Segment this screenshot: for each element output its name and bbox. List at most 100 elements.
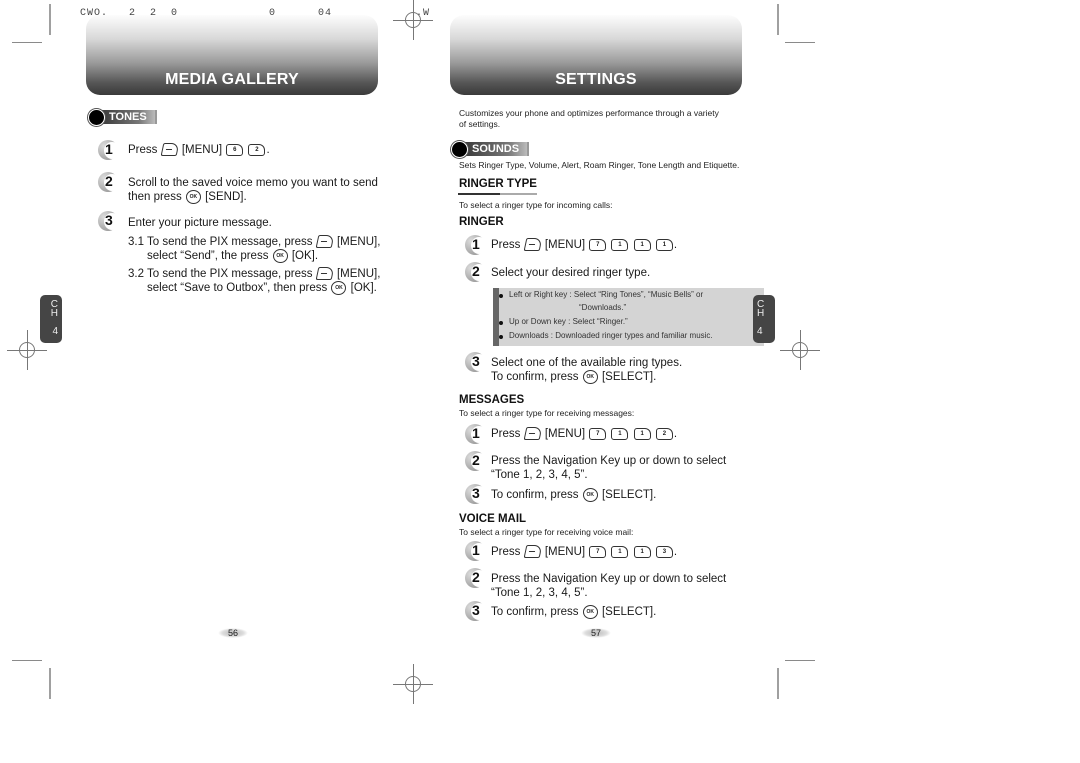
- intro-line2: of settings.: [459, 119, 501, 129]
- key-1-icon: 1: [611, 238, 629, 251]
- ok-key-icon: OK: [185, 190, 201, 204]
- substep-3-2-line1: 3.2 To send the PIX message, press [MENU…: [128, 267, 381, 281]
- section-label-text: SOUNDS: [464, 142, 530, 156]
- left-page-number: 56: [218, 628, 248, 638]
- step-number-2: 2: [465, 262, 487, 282]
- sounds-section-label: SOUNDS: [451, 140, 530, 158]
- note-item: Downloads : Downloaded ringer types and …: [499, 331, 713, 340]
- step-number-1: 1: [98, 140, 120, 160]
- key-1-icon: 1: [611, 427, 629, 440]
- step-number-2: 2: [98, 172, 120, 192]
- messages-step-2-line1: Press the Navigation Key up or down to s…: [491, 455, 727, 467]
- step-number-1: 1: [465, 541, 487, 561]
- crop-mark: [12, 42, 42, 43]
- step-number-3: 3: [98, 211, 120, 231]
- substep-3-1-line1: 3.1 To send the PIX message, press [MENU…: [128, 235, 381, 249]
- menu-softkey-icon: [523, 545, 542, 559]
- key-7-icon: 7: [589, 545, 607, 558]
- menu-softkey-icon: [160, 143, 179, 157]
- voice-mail-step-3: To confirm, press OK [SELECT].: [491, 605, 657, 619]
- ok-key-icon: OK: [582, 370, 598, 384]
- bullet-icon: [499, 294, 503, 298]
- bullet-dot-icon: [88, 108, 105, 126]
- key-3-icon: 3: [655, 545, 673, 558]
- crop-mark: [785, 42, 815, 43]
- registration-mark: [393, 664, 433, 704]
- key-1-icon: 1: [611, 545, 629, 558]
- right-banner: SETTINGS: [450, 15, 742, 95]
- registration-mark: [393, 0, 433, 40]
- crop-mark: [49, 4, 51, 35]
- messages-step-2-line2: “Tone 1, 2, 3, 4, 5”.: [491, 469, 588, 481]
- step-number-1: 1: [465, 424, 487, 444]
- menu-softkey-icon: [315, 267, 335, 281]
- sounds-description: Sets Ringer Type, Volume, Alert, Roam Ri…: [459, 160, 740, 170]
- messages-description: To select a ringer type for receiving me…: [459, 408, 635, 418]
- left-page-title: MEDIA GALLERY: [165, 71, 299, 88]
- key-2-icon: 2: [655, 427, 673, 440]
- ok-key-icon: OK: [272, 249, 288, 263]
- step-number-3: 3: [465, 352, 487, 372]
- ok-key-icon: OK: [582, 605, 598, 619]
- key-6-icon: 6: [226, 143, 244, 156]
- left-step-2-line2: then press OK [SEND].: [128, 190, 247, 204]
- bullet-icon: [499, 335, 503, 339]
- right-chapter-tab: C H 4: [753, 295, 775, 343]
- step-number-1: 1: [465, 235, 487, 255]
- crop-mark: [777, 668, 779, 699]
- intro-line1: Customizes your phone and optimizes perf…: [459, 108, 719, 118]
- left-banner: MEDIA GALLERY: [86, 15, 378, 95]
- right-page-title: SETTINGS: [555, 71, 637, 88]
- note-item-continued: “Downloads.”: [579, 303, 627, 312]
- note-item: Left or Right key : Select “Ring Tones”,…: [499, 290, 703, 299]
- crop-mark: [777, 4, 779, 35]
- voice-mail-step-2-line1: Press the Navigation Key up or down to s…: [491, 573, 727, 585]
- step-number-3: 3: [465, 601, 487, 621]
- heading-underline: [458, 193, 500, 195]
- key-1-icon: 1: [655, 238, 673, 251]
- messages-step-1: Press [MENU] 7 1 1 2.: [491, 427, 678, 441]
- key-1-icon: 1: [633, 238, 651, 251]
- voice-mail-description: To select a ringer type for receiving vo…: [459, 527, 634, 537]
- key-2-icon: 2: [248, 143, 266, 156]
- crop-mark: [785, 660, 815, 661]
- menu-softkey-icon: [523, 427, 542, 441]
- left-chapter-tab: C H 4: [40, 295, 62, 343]
- key-7-icon: 7: [589, 427, 607, 440]
- ringer-step-3-line1: Select one of the available ring types.: [491, 357, 683, 369]
- step-number-2: 2: [465, 451, 487, 471]
- section-label-text: TONES: [101, 110, 157, 124]
- voice-mail-step-1: Press [MENU] 7 1 1 3.: [491, 545, 678, 559]
- messages-heading: MESSAGES: [459, 394, 525, 406]
- ringer-notes-box: Left or Right key : Select “Ring Tones”,…: [493, 288, 764, 346]
- ringer-step-2: Select your desired ringer type.: [491, 267, 651, 279]
- ringer-step-3-line2: To confirm, press OK [SELECT].: [491, 370, 657, 384]
- note-item: Up or Down key : Select “Ringer.”: [499, 317, 628, 326]
- voice-mail-heading: VOICE MAIL: [459, 513, 527, 525]
- right-page-number: 57: [581, 628, 611, 638]
- left-step-2-line1: Scroll to the saved voice memo you want …: [128, 177, 378, 189]
- key-7-icon: 7: [589, 238, 607, 251]
- heading-underline: [500, 193, 537, 195]
- step-number-3: 3: [465, 484, 487, 504]
- registration-mark: [780, 330, 820, 370]
- menu-softkey-icon: [523, 238, 542, 252]
- crop-mark: [12, 660, 42, 661]
- voice-mail-step-2-line2: “Tone 1, 2, 3, 4, 5”.: [491, 587, 588, 599]
- key-1-icon: 1: [633, 545, 651, 558]
- substep-3-2-line2: select “Save to Outbox”, then press OK […: [147, 281, 377, 295]
- left-step-1: Press [MENU] 6 2.: [128, 143, 270, 157]
- left-step-3: Enter your picture message.: [128, 217, 272, 229]
- ringer-heading: RINGER: [459, 216, 504, 228]
- substep-3-1-line2: select “Send”, the press OK [OK].: [147, 249, 319, 263]
- tones-section-label: TONES: [88, 108, 157, 126]
- ok-key-icon: OK: [331, 281, 347, 295]
- step-number-2: 2: [465, 568, 487, 588]
- bullet-dot-icon: [451, 140, 468, 158]
- ringer-step-1: Press [MENU] 7 1 1 1.: [491, 238, 678, 252]
- ringer-type-heading: RINGER TYPE: [459, 178, 537, 190]
- menu-softkey-icon: [315, 235, 335, 249]
- key-1-icon: 1: [633, 427, 651, 440]
- ok-key-icon: OK: [582, 488, 598, 502]
- crop-mark: [49, 668, 51, 699]
